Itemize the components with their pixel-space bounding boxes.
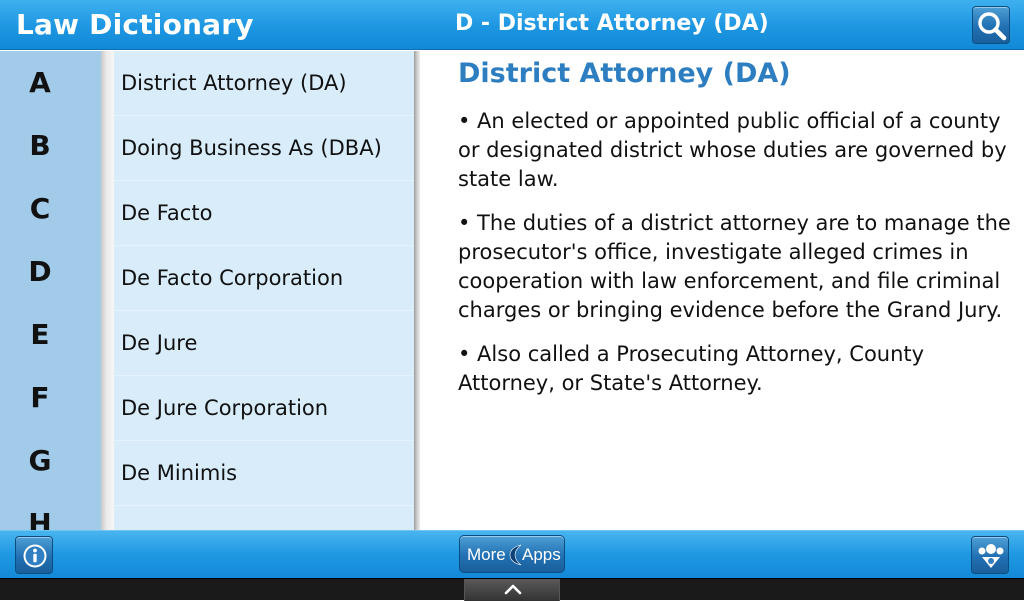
alphabet-index: A B C D E F G H: [0, 51, 101, 530]
app-title: Law Dictionary: [16, 8, 254, 41]
search-button[interactable]: [972, 6, 1010, 44]
term-item-de-facto[interactable]: De Facto: [114, 181, 414, 246]
term-item-district-attorney[interactable]: District Attorney (DA): [114, 51, 414, 116]
term-item-de-minimis[interactable]: De Minimis: [114, 441, 414, 506]
alphabet-letter-h[interactable]: H: [0, 504, 80, 530]
chevron-up-icon: [504, 584, 522, 595]
term-item-de-jure-corporation[interactable]: De Jure Corporation: [114, 376, 414, 441]
info-icon: [23, 544, 47, 568]
alphabet-letter-b[interactable]: B: [0, 126, 80, 166]
more-apps-label-more: More: [467, 545, 506, 564]
term-item-next[interactable]: [114, 506, 414, 530]
alphabet-letter-f[interactable]: F: [0, 378, 80, 418]
term-list: District Attorney (DA) Doing Business As…: [114, 51, 414, 530]
more-apps-button[interactable]: More Apps: [459, 535, 565, 573]
share-icon: [978, 544, 1004, 568]
alphabet-divider: [101, 51, 114, 530]
alphabet-letter-g[interactable]: G: [0, 441, 80, 481]
system-home-key[interactable]: [464, 579, 560, 601]
definition-panel: District Attorney (DA) • An elected or a…: [420, 51, 1024, 530]
system-nav-bar: [0, 578, 1024, 601]
definition-paragraph: • An elected or appointed public officia…: [458, 109, 1007, 191]
current-entry-title: D - District Attorney (DA): [455, 11, 769, 36]
more-apps-label-apps: Apps: [522, 545, 561, 564]
alphabet-letter-d[interactable]: D: [0, 252, 80, 292]
search-icon: [978, 12, 1007, 41]
alphabet-letter-e[interactable]: E: [0, 315, 80, 355]
share-button[interactable]: [971, 536, 1009, 574]
definition-title: District Attorney (DA): [458, 58, 791, 89]
bottom-bar: More Apps: [0, 530, 1024, 578]
definition-paragraph: • The duties of a district attorney are …: [458, 211, 1011, 322]
apps-logo-icon: [509, 544, 522, 566]
alphabet-letter-a[interactable]: A: [0, 63, 80, 103]
term-item-de-jure[interactable]: De Jure: [114, 311, 414, 376]
top-bar: Law Dictionary D - District Attorney (DA…: [0, 0, 1024, 50]
term-item-de-facto-corporation[interactable]: De Facto Corporation: [114, 246, 414, 311]
definition-paragraph: • Also called a Prosecuting Attorney, Co…: [458, 342, 925, 395]
info-button[interactable]: [15, 536, 53, 574]
alphabet-letter-c[interactable]: C: [0, 189, 80, 229]
term-item-doing-business-as[interactable]: Doing Business As (DBA): [114, 116, 414, 181]
